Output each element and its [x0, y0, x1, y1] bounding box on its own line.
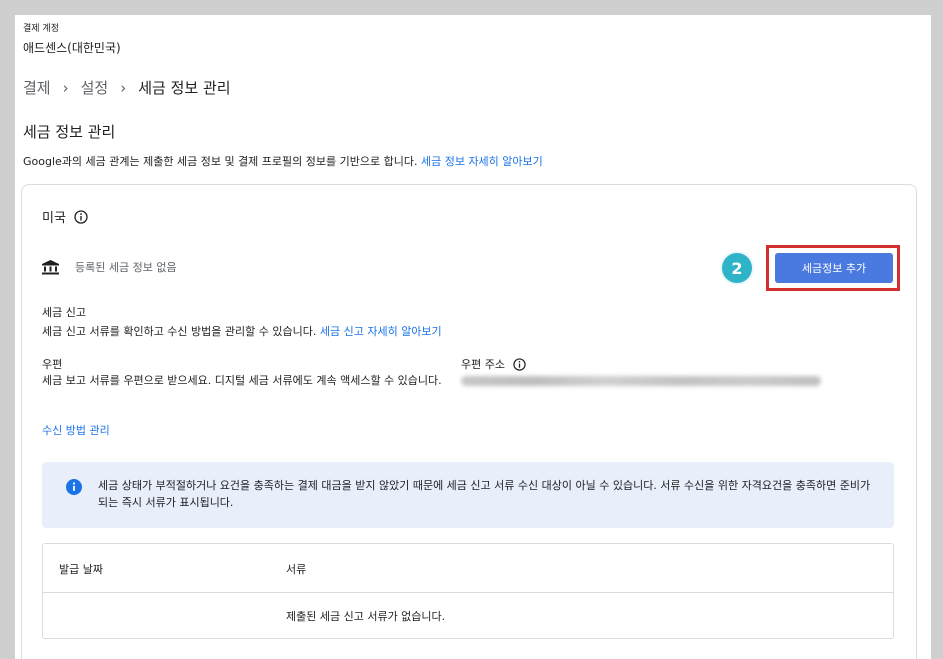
- mail-label: 우편: [42, 358, 63, 371]
- tax-filing-learn-more-link[interactable]: 세금 신고 자세히 알아보기: [320, 325, 442, 338]
- account-name[interactable]: 애드센스(대한민국): [23, 39, 121, 56]
- page-title: 세금 정보 관리: [23, 123, 116, 141]
- step-number-badge: 2: [722, 253, 752, 283]
- tax-status-row: 등록된 세금 정보 없음: [42, 259, 177, 275]
- tax-filing-desc-row: 세금 신고 서류를 확인하고 수신 방법을 관리할 수 있습니다. 세금 신고 …: [42, 323, 442, 339]
- redaction-blur: [461, 376, 821, 386]
- tax-filing-desc: 세금 신고 서류를 확인하고 수신 방법을 관리할 수 있습니다.: [42, 325, 317, 338]
- tax-filing-title: 세금 신고: [42, 306, 86, 319]
- info-filled-icon: [66, 479, 82, 499]
- tax-status-text: 등록된 세금 정보 없음: [75, 261, 177, 274]
- notice-banner: 세금 상태가 부적절하거나 요건을 충족하는 결제 대금을 받지 않았기 때문에…: [42, 462, 894, 528]
- add-tax-info-button[interactable]: 세금정보 추가: [775, 253, 893, 283]
- mail-desc: 세금 보고 서류를 우편으로 받으세요. 디지털 세금 서류에도 계속 액세스할…: [42, 374, 442, 387]
- manage-delivery-link[interactable]: 수신 방법 관리: [42, 422, 110, 438]
- column-header-document[interactable]: 서류: [286, 561, 306, 577]
- tax-info-learn-more-link[interactable]: 세금 정보 자세히 알아보기: [421, 155, 543, 168]
- breadcrumb: 결제 › 설정 › 세금 정보 관리: [23, 77, 231, 98]
- mail-address-label: 우편 주소: [461, 358, 505, 371]
- documents-table: 발급 날짜 서류 제출된 세금 신고 서류가 없습니다.: [42, 543, 894, 639]
- page: 결제 계정 애드센스(대한민국) 결제 › 설정 › 세금 정보 관리 세금 정…: [15, 15, 931, 659]
- mail-address-value-redacted: [461, 373, 821, 387]
- column-header-issue-date[interactable]: 발급 날짜: [59, 561, 103, 577]
- country-heading: 미국: [42, 207, 88, 226]
- table-empty-message: 제출된 세금 신고 서류가 없습니다.: [286, 610, 446, 623]
- info-icon[interactable]: [74, 209, 88, 224]
- breadcrumb-item-settings[interactable]: 설정: [81, 77, 109, 98]
- info-icon[interactable]: [513, 357, 526, 371]
- breadcrumb-separator-icon: ›: [120, 78, 127, 97]
- bank-icon: [42, 259, 59, 275]
- country-name: 미국: [42, 211, 66, 226]
- intro-text-row: Google과의 세금 관계는 제출한 세금 정보 및 결제 프로필의 정보를 …: [23, 153, 543, 169]
- tax-info-card: 미국 등록된 세금 정보 없음 2 세금정보 추가 세금 신고 세금 신고 서류…: [21, 184, 917, 659]
- notice-text: 세금 상태가 부적절하거나 요건을 충족하는 결제 대금을 받지 않았기 때문에…: [98, 479, 871, 509]
- breadcrumb-separator-icon: ›: [62, 78, 69, 97]
- breadcrumb-item-current: 세금 정보 관리: [138, 79, 231, 97]
- table-header: 발급 날짜 서류: [43, 544, 893, 593]
- mail-address-heading: 우편 주소: [461, 356, 526, 372]
- breadcrumb-item-billing[interactable]: 결제: [23, 77, 51, 98]
- intro-text: Google과의 세금 관계는 제출한 세금 정보 및 결제 프로필의 정보를 …: [23, 155, 418, 168]
- account-label: 결제 계정: [23, 24, 59, 34]
